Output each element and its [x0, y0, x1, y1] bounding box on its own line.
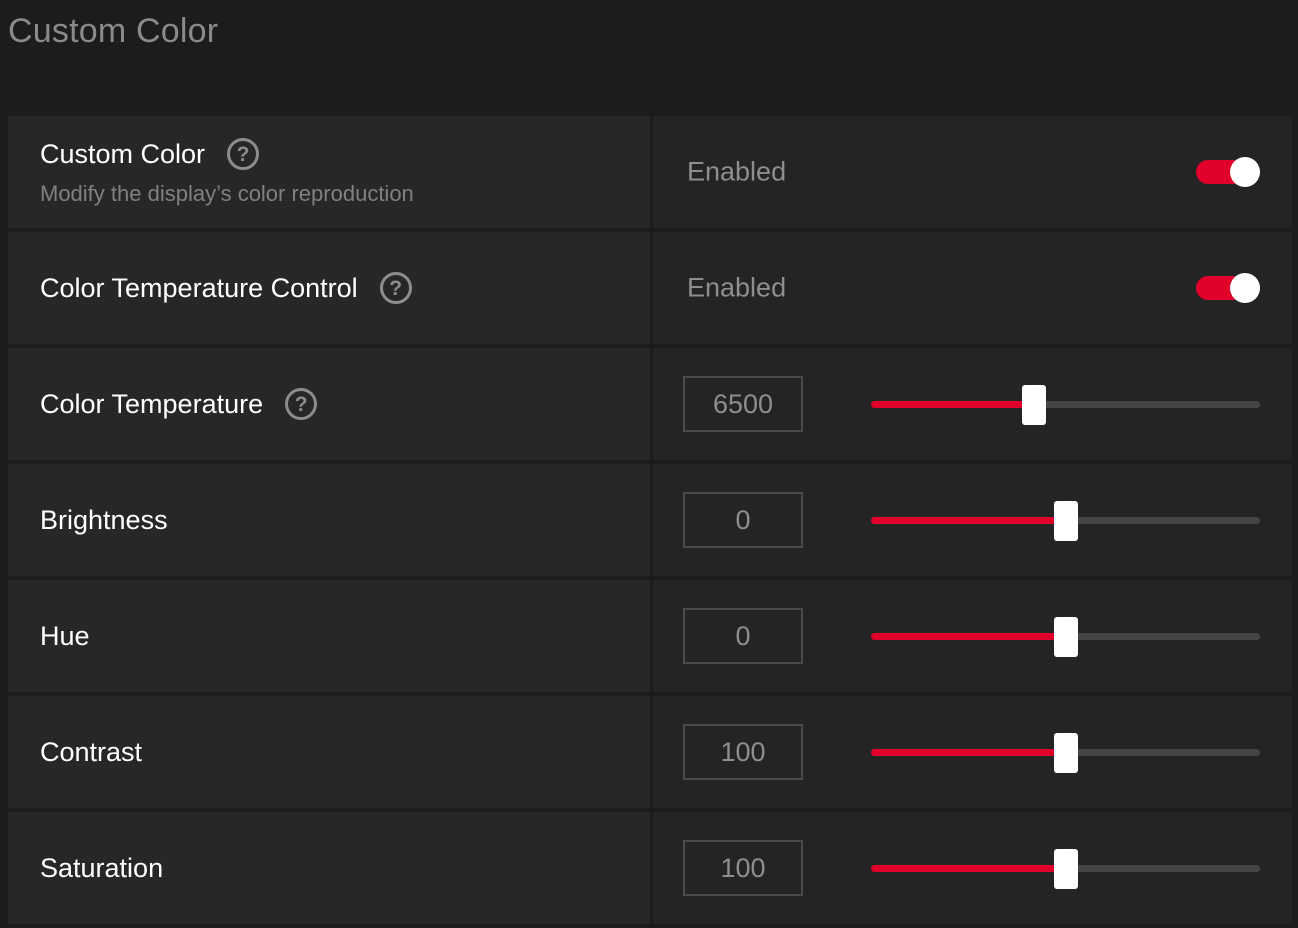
setting-label-cell: Contrast	[8, 696, 650, 808]
contrast-slider[interactable]	[871, 732, 1260, 773]
saturation-slider[interactable]	[871, 848, 1260, 889]
saturation-value-input[interactable]: 100	[683, 840, 803, 896]
setting-control-cell: Enabled	[653, 232, 1292, 344]
slider-fill	[871, 865, 1066, 872]
label-line: Hue	[40, 619, 650, 653]
toggle-knob	[1230, 273, 1260, 303]
color-temperature-control-status: Enabled	[687, 272, 787, 303]
slider-thumb[interactable]	[1053, 616, 1078, 657]
custom-color-toggle[interactable]	[1196, 157, 1260, 187]
setting-row-color-temperature: Color Temperature ? 6500	[8, 348, 1292, 460]
color-temperature-control-toggle[interactable]	[1196, 273, 1260, 303]
setting-control-cell: 100	[653, 812, 1292, 924]
custom-color-label: Custom Color	[40, 139, 206, 169]
hue-slider[interactable]	[871, 616, 1260, 657]
brightness-slider[interactable]	[871, 500, 1260, 541]
page-title: Custom Color	[8, 12, 219, 50]
toggle-knob	[1230, 157, 1260, 187]
help-icon[interactable]: ?	[379, 272, 412, 304]
setting-label-cell: Color Temperature ?	[8, 348, 650, 460]
slider-thumb[interactable]	[1053, 732, 1078, 773]
slider-thumb[interactable]	[1053, 848, 1078, 889]
contrast-value-input[interactable]: 100	[683, 724, 803, 780]
label-line: Brightness	[40, 503, 650, 537]
contrast-label: Contrast	[40, 737, 143, 767]
setting-label-cell: Saturation	[8, 812, 650, 924]
slider-fill	[871, 633, 1066, 640]
setting-control-cell: 6500	[653, 348, 1292, 460]
label-line: Color Temperature Control ?	[40, 271, 650, 305]
setting-label-cell: Color Temperature Control ?	[8, 232, 650, 344]
color-temperature-label: Color Temperature	[40, 389, 264, 419]
brightness-label: Brightness	[40, 505, 168, 535]
help-icon[interactable]: ?	[285, 388, 318, 420]
help-icon[interactable]: ?	[227, 138, 260, 170]
setting-control-cell: 0	[653, 464, 1292, 576]
saturation-label: Saturation	[40, 853, 164, 883]
setting-label-cell: Brightness	[8, 464, 650, 576]
color-temperature-slider[interactable]	[871, 384, 1260, 425]
setting-control-cell: 100	[653, 696, 1292, 808]
slider-thumb[interactable]	[1053, 500, 1078, 541]
setting-control-cell: Enabled	[653, 116, 1292, 228]
setting-row-brightness: Brightness 0	[8, 464, 1292, 576]
setting-row-hue: Hue 0	[8, 580, 1292, 692]
setting-control-cell: 0	[653, 580, 1292, 692]
color-temperature-control-label: Color Temperature Control	[40, 273, 358, 303]
setting-row-saturation: Saturation 100	[8, 812, 1292, 924]
setting-label-cell: Hue	[8, 580, 650, 692]
slider-thumb[interactable]	[1022, 384, 1047, 425]
setting-row-custom-color: Custom Color ? Modify the display’s colo…	[8, 116, 1292, 228]
setting-row-contrast: Contrast 100	[8, 696, 1292, 808]
label-line: Contrast	[40, 735, 650, 769]
custom-color-status: Enabled	[687, 156, 787, 187]
label-line: Custom Color ?	[40, 137, 650, 171]
hue-value-input[interactable]: 0	[683, 608, 803, 664]
slider-fill	[871, 749, 1066, 756]
custom-color-description: Modify the display’s color reproduction	[40, 181, 414, 206]
label-line: Color Temperature ?	[40, 387, 650, 421]
slider-fill	[871, 517, 1066, 524]
setting-label-cell: Custom Color ? Modify the display’s colo…	[8, 116, 650, 228]
slider-fill	[871, 401, 1035, 408]
label-line: Saturation	[40, 851, 650, 885]
hue-label: Hue	[40, 621, 90, 651]
setting-row-color-temperature-control: Color Temperature Control ? Enabled	[8, 232, 1292, 344]
brightness-value-input[interactable]: 0	[683, 492, 803, 548]
settings-list: Custom Color ? Modify the display’s colo…	[8, 116, 1292, 924]
color-temperature-value-input[interactable]: 6500	[683, 376, 803, 432]
